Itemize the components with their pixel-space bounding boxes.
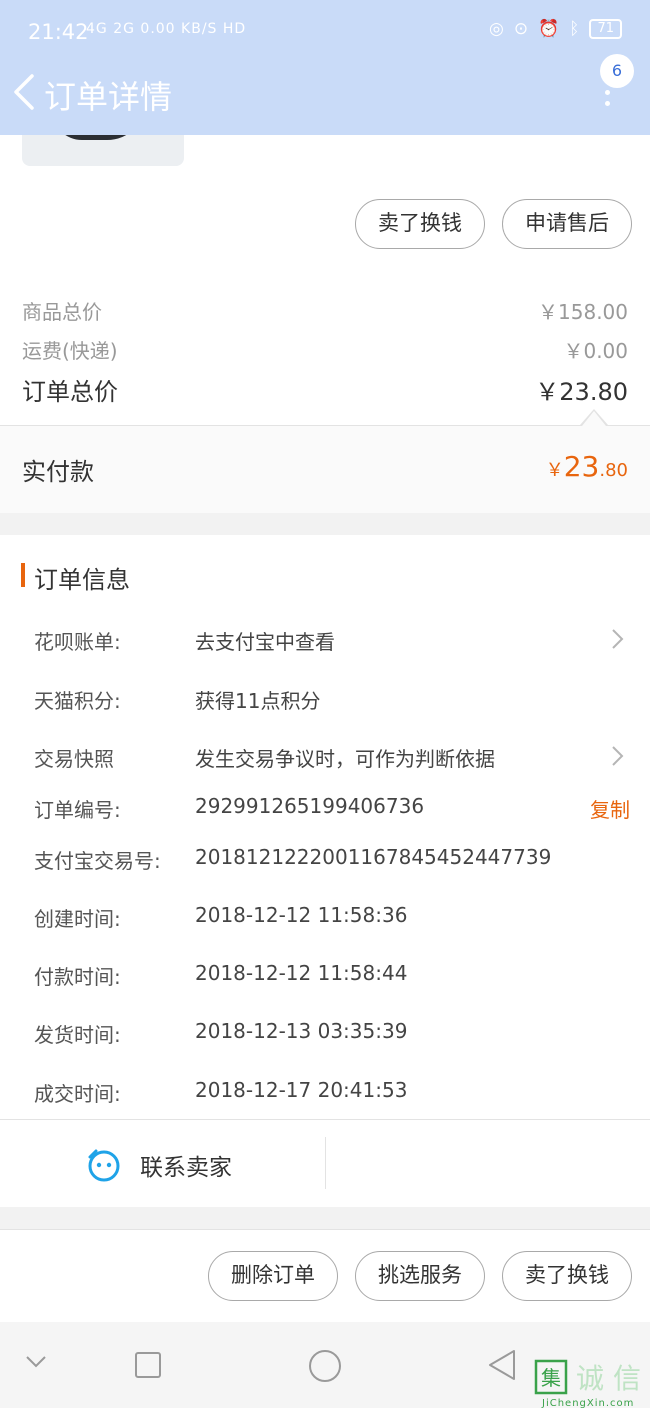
order-total-value: ￥23.80: [535, 378, 628, 406]
info-key: 支付宝交易号:: [34, 849, 161, 873]
goods-total-label: 商品总价: [22, 300, 102, 324]
section-gap: [0, 513, 650, 535]
info-key: 天猫积分:: [34, 689, 121, 713]
chevron-right-icon: [612, 746, 624, 766]
info-key: 创建时间:: [34, 907, 121, 931]
paid-currency: ￥: [545, 460, 564, 481]
network-indicators: 4G 2G 0.00 KB/S HD: [86, 21, 247, 37]
section-gap: [0, 1207, 650, 1229]
status-time: 21:42: [28, 20, 89, 44]
info-value: 292991265199406736: [195, 794, 425, 818]
chevron-down-icon[interactable]: [24, 1354, 48, 1370]
info-key: 花呗账单:: [34, 630, 121, 654]
status-bar: 21:42 4G 2G 0.00 KB/S HD ◎ ⊙ ⏰ ᛒ 71: [0, 0, 650, 66]
shipping-row: 运费(快递) ￥0.00: [22, 335, 628, 369]
copy-button[interactable]: 复制: [590, 794, 630, 823]
created-time-row: 创建时间: 2018-12-12 11:58:36: [34, 903, 630, 937]
info-value: 2018-12-12 11:58:44: [195, 961, 408, 985]
order-total-label: 订单总价: [22, 378, 118, 406]
notification-badge[interactable]: 6: [600, 54, 634, 88]
order-number-row: 订单编号: 292991265199406736 复制: [34, 794, 630, 828]
order-total-row: 订单总价 ￥23.80: [22, 372, 628, 406]
info-value: 2018-12-12 11:58:36: [195, 903, 408, 927]
pick-service-button[interactable]: 挑选服务: [355, 1251, 485, 1301]
chat-face-icon: [88, 1149, 120, 1182]
shipping-value: ￥0.00: [563, 339, 628, 363]
paid-label: 实付款: [22, 458, 94, 486]
sell-for-cash-button[interactable]: 卖了换钱: [355, 199, 485, 249]
pointer-arrow-fill: [582, 411, 606, 426]
info-value: 获得11点积分: [195, 689, 321, 713]
info-key: 订单编号:: [34, 798, 121, 822]
nfc-icon: ◎: [488, 19, 504, 39]
paid-amount-box: 实付款 ￥23.80: [0, 425, 650, 513]
svg-text:信: 信: [613, 1362, 641, 1395]
back-triangle-icon[interactable]: [486, 1348, 518, 1382]
goods-total-row: 商品总价 ￥158.00: [22, 296, 628, 330]
sell-for-cash-button[interactable]: 卖了换钱: [502, 1251, 632, 1301]
more-menu-icon[interactable]: [602, 90, 612, 108]
vertical-divider: [325, 1137, 326, 1189]
alipay-trade-number-row: 支付宝交易号: 2018121222001167845452447739: [34, 845, 630, 879]
alarm-icon: ⏰: [538, 19, 560, 39]
divider: [0, 1229, 650, 1230]
shipped-time-row: 发货时间: 2018-12-13 03:35:39: [34, 1019, 630, 1053]
battery-icon: 71: [589, 19, 622, 39]
info-value: 去支付宝中查看: [195, 630, 335, 654]
info-key: 成交时间:: [34, 1082, 121, 1106]
watermark-logo: 集 诚 信 JiChengXin.com: [532, 1358, 650, 1408]
info-value: 2018121222001167845452447739: [195, 845, 552, 869]
shipping-label: 运费(快递): [22, 339, 118, 363]
paid-decimal: .80: [599, 460, 628, 481]
back-arrow-icon[interactable]: [10, 72, 40, 112]
tmall-points-row: 天猫积分: 获得11点积分: [34, 685, 630, 719]
info-value: 2018-12-17 20:41:53: [195, 1078, 408, 1102]
paid-time-row: 付款时间: 2018-12-12 11:58:44: [34, 961, 630, 995]
info-key: 付款时间:: [34, 965, 121, 989]
goods-total-value: ￥158.00: [538, 300, 628, 324]
order-info-title: 订单信息: [34, 566, 130, 594]
info-key: 发货时间:: [34, 1023, 121, 1047]
svg-text:诚: 诚: [576, 1362, 604, 1395]
paid-value: ￥23.80: [546, 450, 628, 483]
contact-seller-button[interactable]: 联系卖家: [86, 1143, 232, 1187]
contact-seller-label: 联系卖家: [140, 1155, 232, 1181]
completed-time-row: 成交时间: 2018-12-17 20:41:53: [34, 1078, 630, 1112]
app-header: 21:42 4G 2G 0.00 KB/S HD ◎ ⊙ ⏰ ᛒ 71 订单详情…: [0, 0, 650, 135]
trade-snapshot-row[interactable]: 交易快照 发生交易争议时，可作为判断依据: [34, 743, 630, 777]
section-accent-bar: [21, 563, 25, 587]
status-icons: ◎ ⊙ ⏰ ᛒ 71: [489, 19, 622, 39]
huabei-bill-row[interactable]: 花呗账单: 去支付宝中查看: [34, 626, 630, 660]
delete-order-button[interactable]: 删除订单: [208, 1251, 338, 1301]
chevron-right-icon: [612, 629, 624, 649]
bluetooth-icon: ᛒ: [569, 19, 580, 39]
watermark-url: JiChengXin.com: [542, 1398, 635, 1408]
info-value: 发生交易争议时，可作为判断依据: [195, 747, 495, 771]
page-title: 订单详情: [44, 78, 173, 116]
paid-integer: 23: [563, 450, 600, 483]
info-key: 交易快照: [34, 747, 114, 771]
watermark-glyphs: 集 诚 信: [534, 1359, 641, 1395]
info-value: 2018-12-13 03:35:39: [195, 1019, 408, 1043]
divider: [0, 1119, 650, 1120]
svg-text:集: 集: [541, 1366, 561, 1390]
home-icon[interactable]: [307, 1348, 343, 1384]
apply-after-sale-button[interactable]: 申请售后: [502, 199, 632, 249]
lock-icon: ⊙: [513, 19, 529, 39]
recent-apps-icon[interactable]: [134, 1351, 162, 1379]
